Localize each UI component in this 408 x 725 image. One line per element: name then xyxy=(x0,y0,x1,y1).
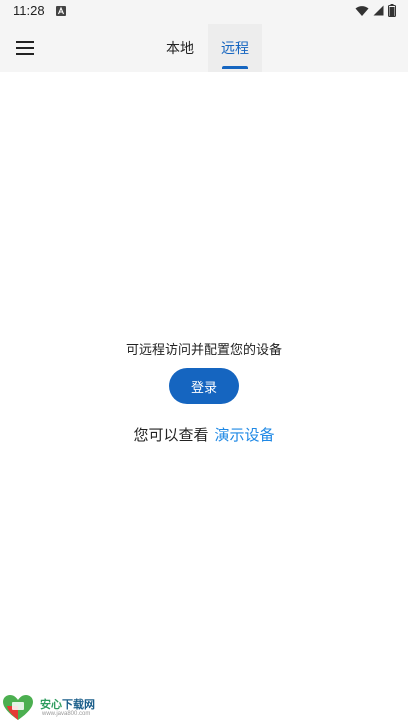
text-a-icon xyxy=(56,6,66,16)
status-bar: 11:28 xyxy=(0,0,408,24)
heart-logo-icon xyxy=(3,695,33,720)
status-time: 11:28 xyxy=(13,3,45,18)
login-button[interactable]: 登录 xyxy=(169,368,239,404)
signal-icon xyxy=(373,5,384,16)
demo-prefix-text: 您可以查看 xyxy=(133,426,209,444)
demo-device-link[interactable]: 演示设备 xyxy=(215,426,275,444)
tab-remote[interactable]: 远程 xyxy=(208,24,262,72)
status-icons xyxy=(355,4,396,17)
tab-local[interactable]: 本地 xyxy=(158,24,202,72)
wifi-icon xyxy=(355,5,369,16)
tab-selected-indicator xyxy=(222,66,248,69)
watermark-title-part1: 安心 xyxy=(40,698,62,711)
battery-icon xyxy=(388,4,396,17)
tab-local-label: 本地 xyxy=(166,41,194,57)
watermark-title-part2: 下载网 xyxy=(62,698,95,711)
top-app-bar: 本地 远程 xyxy=(0,24,408,72)
remote-access-description: 可远程访问并配置您的设备 xyxy=(125,343,282,358)
demo-device-line: 您可以查看 演示设备 xyxy=(0,424,408,445)
menu-button[interactable] xyxy=(12,35,38,61)
watermark: 安心下载网 www.java800.com xyxy=(2,694,112,722)
watermark-url: www.java800.com xyxy=(42,711,91,717)
watermark-title: 安心下载网 xyxy=(40,696,95,712)
tab-remote-label: 远程 xyxy=(221,41,249,57)
hamburger-menu-icon xyxy=(16,41,34,55)
